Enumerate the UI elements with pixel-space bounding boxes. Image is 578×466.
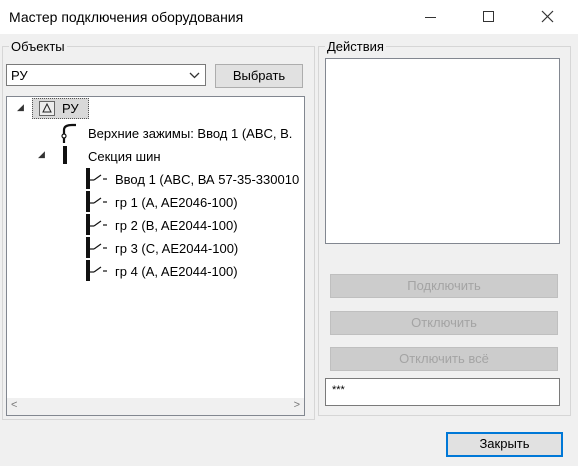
tree-item-upper-clamps-label: Верхние зажимы: Ввод 1 (ABC, В. [88,126,293,141]
tree-item-breaker-label: Ввод 1 (ABC, ВА 57-35-330010 [115,172,300,187]
maximize-button[interactable] [466,0,512,34]
tree-item-busbar-section-label: Секция шин [88,149,161,164]
breaker-icon [86,214,107,235]
tree-horizontal-scrollbar[interactable]: < > [7,398,304,415]
breaker-icon [86,191,107,212]
objects-group-label: Объекты [9,39,67,54]
tree-root-node[interactable]: РУ [32,98,89,119]
clamp-icon [61,123,76,143]
close-window-button[interactable] [524,0,570,34]
object-combo[interactable]: РУ [6,64,206,86]
expand-arrow-icon[interactable]: ◢ [17,102,24,113]
status-field[interactable]: *** [325,378,560,406]
actions-list[interactable] [325,58,560,244]
breaker-icon [86,237,107,258]
close-button[interactable]: Закрыть [446,432,563,457]
actions-group-label: Действия [325,39,386,54]
switchboard-icon [39,101,55,116]
breaker-icon [86,260,107,281]
tree-item-group-label: гр 3 (C, AE2044-100) [115,241,239,256]
chevron-down-icon[interactable] [189,68,200,82]
expand-arrow-icon[interactable]: ◢ [38,149,45,160]
tree-item-group-label: гр 4 (A, AE2044-100) [115,264,238,279]
busbar-icon [63,146,67,164]
scroll-right-icon[interactable]: > [294,399,300,411]
maximize-icon [483,11,494,22]
breaker-icon [86,168,107,189]
minimize-icon [425,17,436,18]
disconnect-all-button[interactable]: Отключить всё [330,347,558,371]
tree-item-group-label: гр 1 (A, AE2046-100) [115,195,238,210]
object-combo-value: РУ [11,68,28,83]
tree-item-group-label: гр 2 (B, AE2044-100) [115,218,238,233]
scroll-left-icon[interactable]: < [11,399,17,411]
tree-root-label: РУ [62,101,79,116]
disconnect-button[interactable]: Отключить [330,311,558,335]
window-title: Мастер подключения оборудования [9,9,244,25]
wizard-window: Мастер подключения оборудования Объекты … [0,0,578,466]
select-button[interactable]: Выбрать [215,64,303,88]
title-bar: Мастер подключения оборудования [0,0,578,34]
objects-tree[interactable]: ◢ РУ Верхние зажимы: Ввод 1 (ABC, В. ◢ С… [6,96,305,416]
minimize-button[interactable] [408,0,454,34]
connect-button[interactable]: Подключить [330,274,558,298]
close-icon [541,10,554,23]
